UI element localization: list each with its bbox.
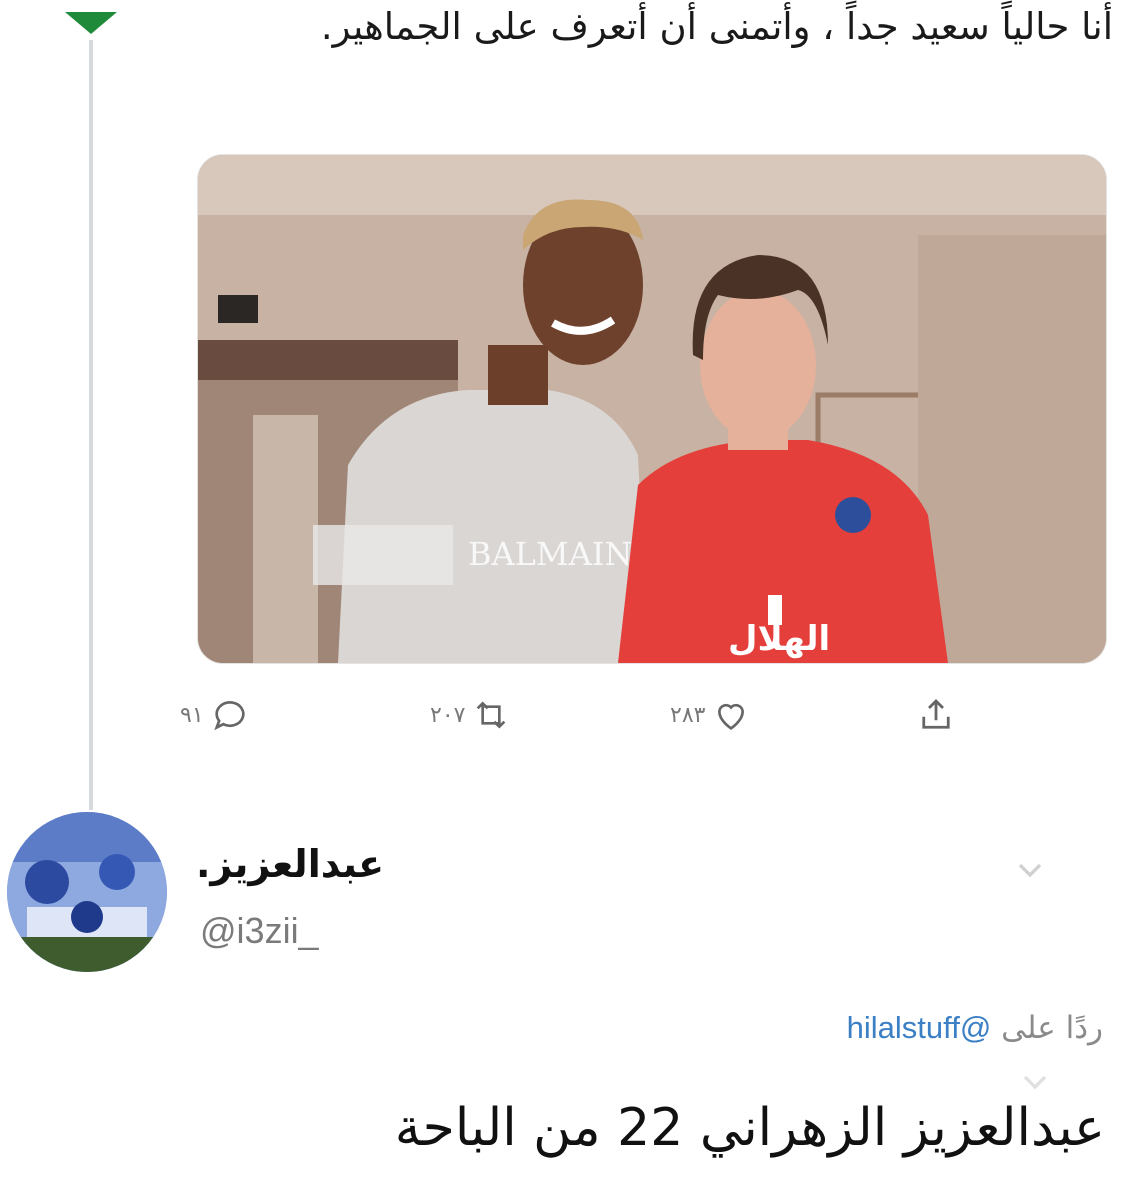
tweet-photo[interactable]: BALMAIN الهلال bbox=[197, 154, 1107, 664]
like-count: ٢٨٣ bbox=[670, 702, 706, 728]
chevron-down-icon[interactable] bbox=[1010, 850, 1050, 890]
chevron-down-icon[interactable] bbox=[1015, 1062, 1055, 1102]
retweet-icon bbox=[477, 701, 506, 729]
replying-to-link[interactable]: @hilalstuff bbox=[847, 1010, 992, 1045]
tweet-actions: ٩١ ٢٠٧ ٢٨٣ bbox=[180, 690, 980, 740]
tweet-text: أنا حالياً سعيد جداً ، وأتمنى أن أتعرف ع… bbox=[320, 5, 1113, 48]
replying-to-line: ردًا على @hilalstuff bbox=[847, 1010, 1103, 1046]
user-handle[interactable]: @i3zii_ bbox=[200, 910, 319, 952]
avatar[interactable] bbox=[7, 812, 167, 972]
photo-icon: BALMAIN الهلال bbox=[198, 155, 1106, 663]
user-name[interactable]: عبدالعزيز. bbox=[196, 842, 384, 886]
thread-connector-line bbox=[89, 40, 93, 810]
reply-count: ٩١ bbox=[180, 702, 204, 728]
reply-action[interactable]: ٩١ bbox=[180, 690, 250, 740]
retweet-action[interactable]: ٢٠٧ bbox=[430, 690, 511, 740]
avatar-image-icon bbox=[7, 812, 167, 972]
replying-prefix: ردًا على bbox=[1001, 1010, 1103, 1046]
reply-icon bbox=[213, 701, 245, 731]
retweet-count: ٢٠٧ bbox=[430, 702, 466, 728]
like-action[interactable]: ٢٨٣ bbox=[670, 690, 751, 740]
reply-text: عبدالعزيز الزهراني 22 من الباحة bbox=[394, 1098, 1105, 1158]
share-icon bbox=[922, 699, 950, 729]
shirt-text: BALMAIN bbox=[468, 535, 632, 573]
heart-icon bbox=[718, 703, 745, 730]
share-action[interactable] bbox=[915, 690, 957, 740]
thread-caret-icon bbox=[65, 12, 117, 34]
